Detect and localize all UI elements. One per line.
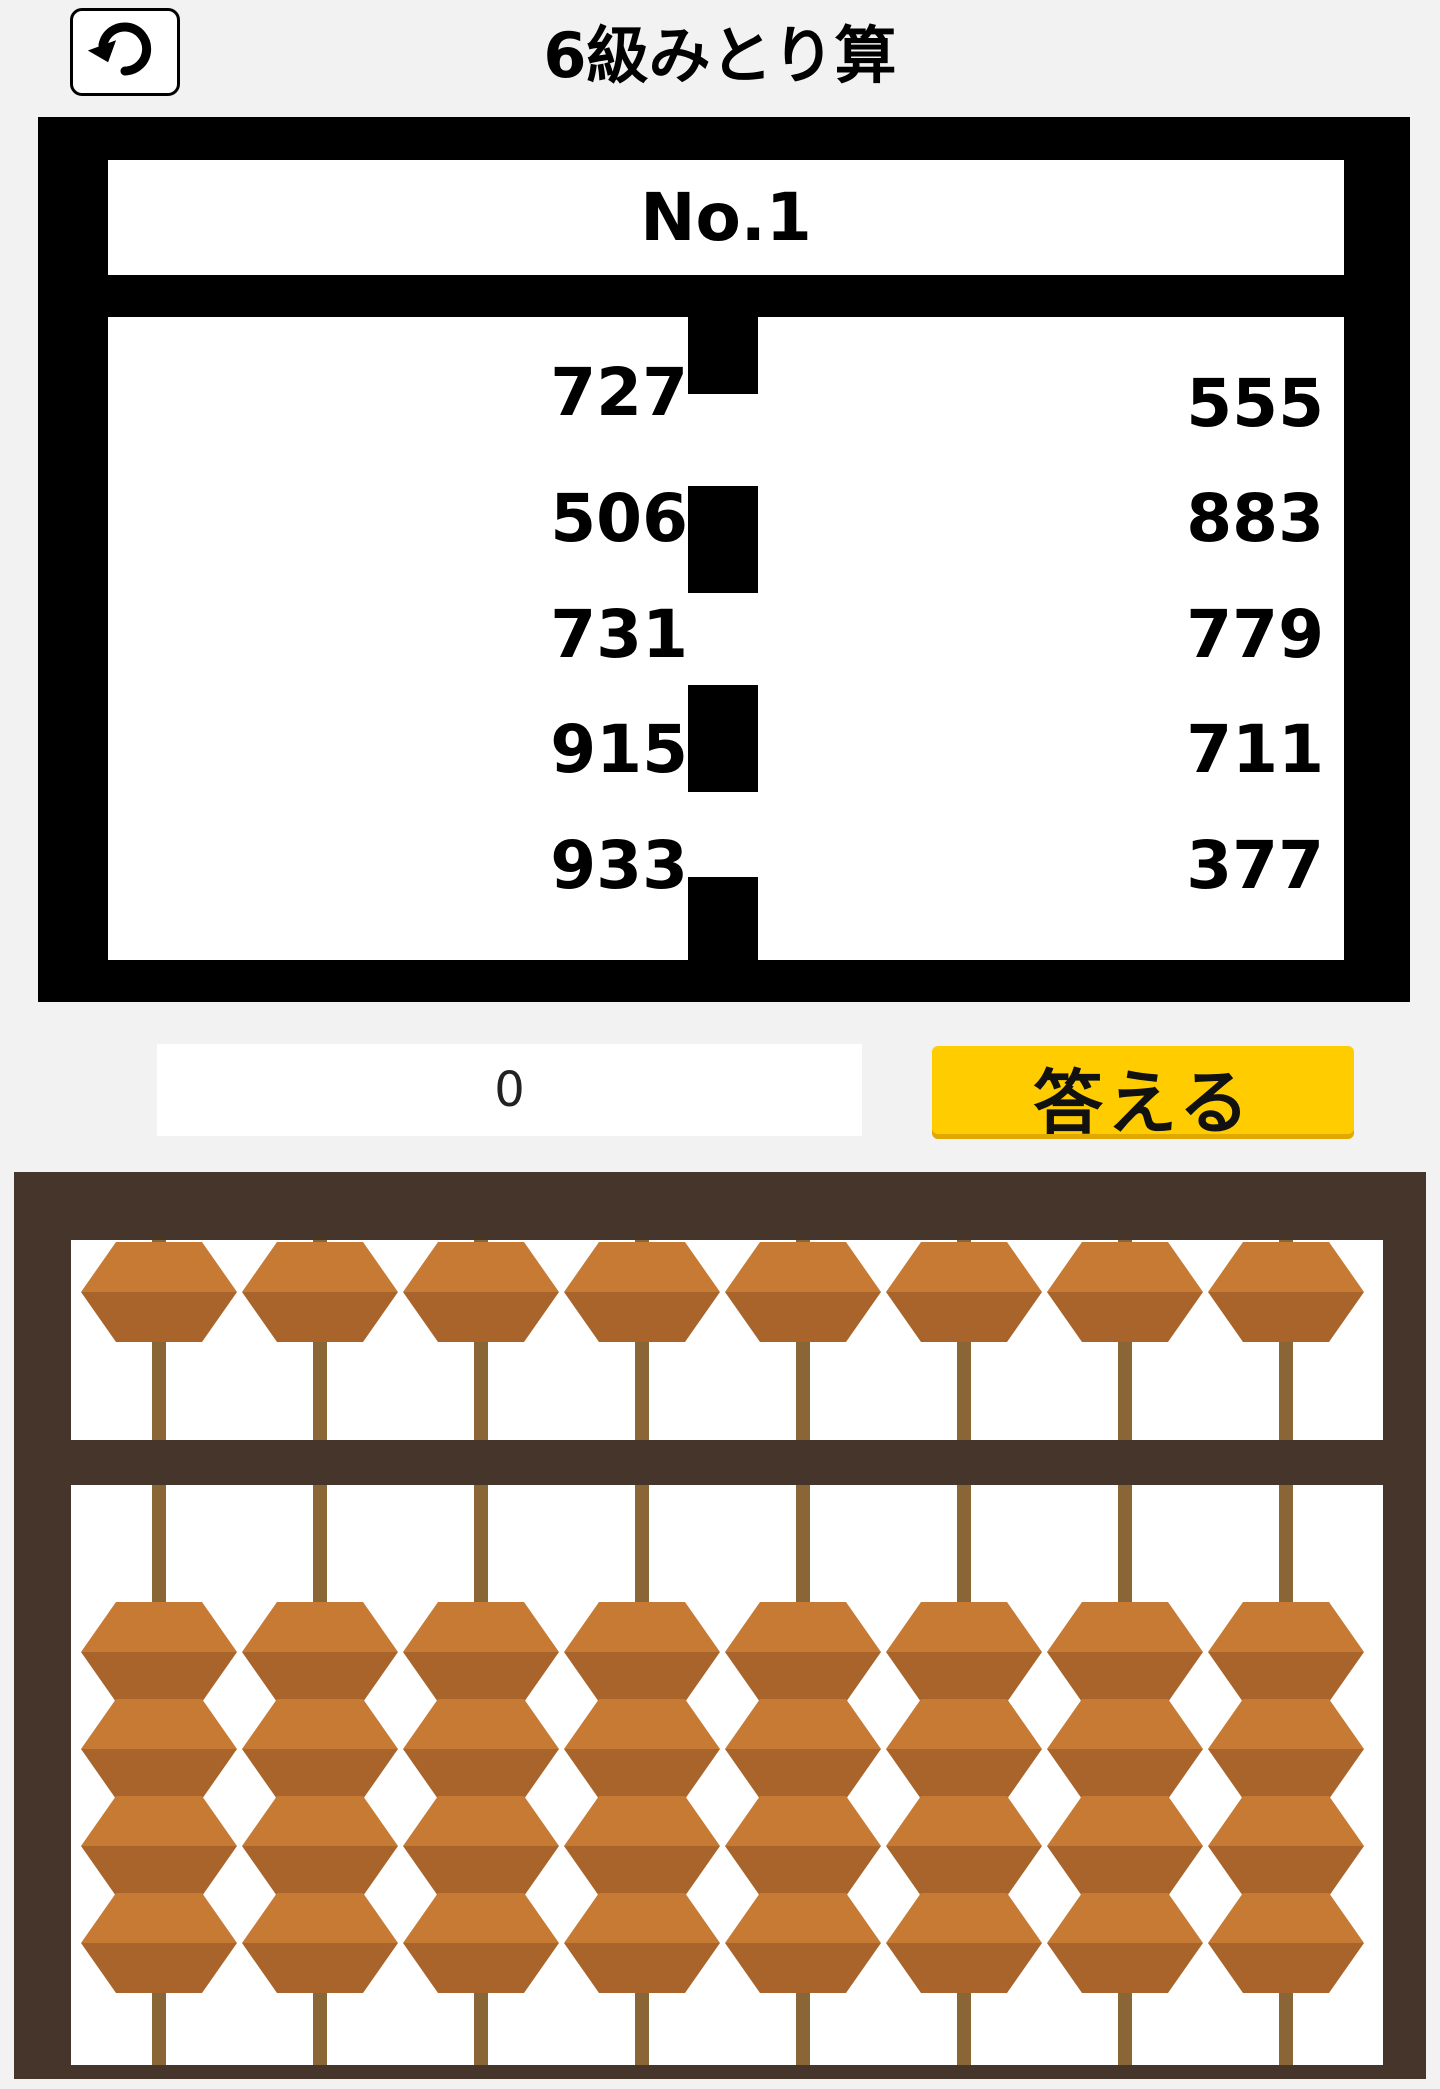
abacus-drawing [71, 1240, 1383, 2065]
left-number-1: 727 [550, 354, 688, 431]
column-divider-gap [688, 593, 758, 685]
right-number-3: 779 [1186, 596, 1324, 673]
problem-board: No.1 727 506 731 915 933 555 883 779 711… [38, 117, 1410, 1002]
answer-input[interactable] [157, 1044, 862, 1136]
right-number-1: 555 [1186, 365, 1324, 442]
answer-button[interactable]: 答える [932, 1046, 1354, 1144]
left-number-5: 933 [550, 827, 688, 904]
left-number-4: 915 [550, 711, 688, 788]
right-number-2: 883 [1186, 480, 1324, 557]
abacus [14, 1172, 1426, 2079]
left-number-3: 731 [550, 596, 688, 673]
right-number-4: 711 [1186, 711, 1324, 788]
right-number-5: 377 [1186, 827, 1324, 904]
column-divider-gap [688, 394, 758, 486]
problem-number: No.1 [108, 160, 1344, 275]
page-title: 6級みとり算 [543, 19, 897, 92]
left-number-2: 506 [550, 480, 688, 557]
column-divider-gap [688, 792, 758, 877]
